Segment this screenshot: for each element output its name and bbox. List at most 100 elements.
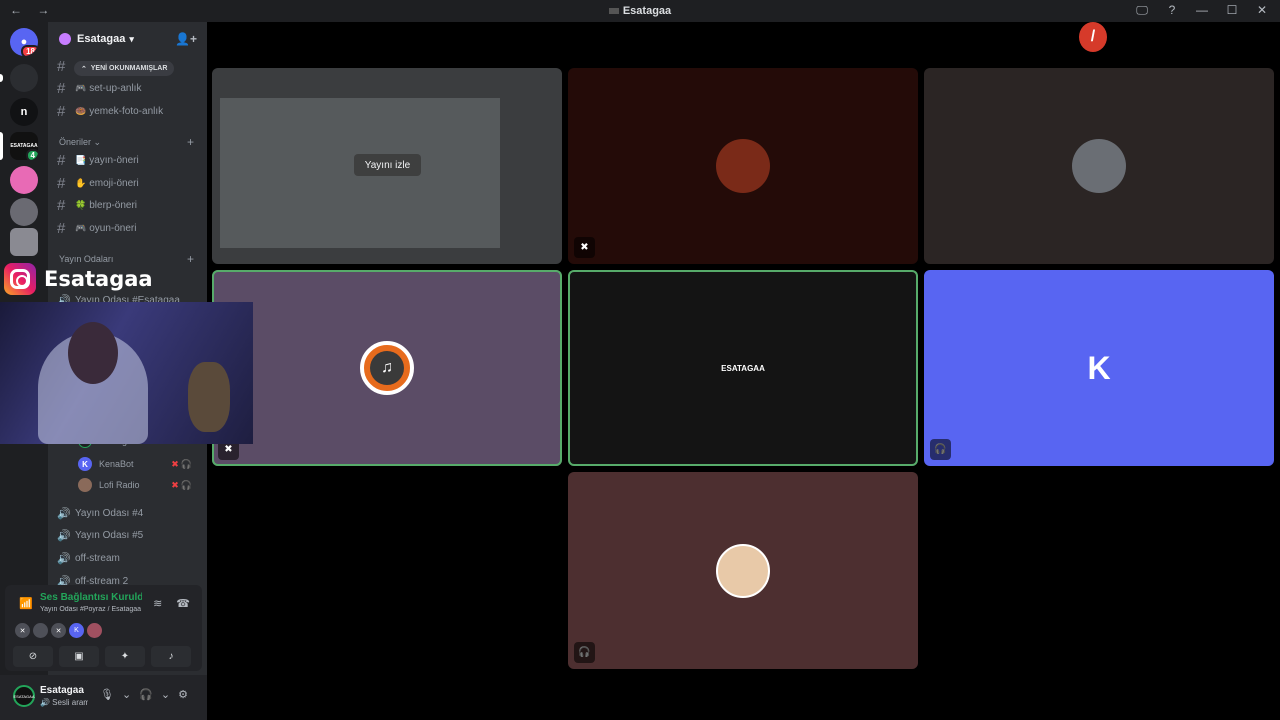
channel-label: Yayın Odası #5 — [75, 529, 144, 541]
close-button[interactable]: ✕ — [1254, 3, 1270, 18]
channel-set-up-anlik[interactable]: # 🎮 set-up-anlık — [57, 78, 199, 98]
title-bar: ← → Esatagaa 🖵 ? — ☐ ✕ — [0, 0, 1280, 22]
voice-channel-path[interactable]: Yayın Odası #Poyraz / Esatagaa — [40, 606, 142, 613]
voice-user-lofi-radio[interactable]: Lofi Radio ✖🎧 — [78, 476, 198, 494]
participant-avatar[interactable]: ✕ — [15, 623, 30, 638]
voice-connection-panel: 📶 Ses Bağlantısı Kuruldu Yayın Odası #Po… — [5, 585, 202, 671]
screen-share-button[interactable]: ▣ — [59, 646, 99, 667]
add-member-icon[interactable]: 👤+ — [175, 32, 197, 46]
add-channel-icon[interactable]: + — [187, 252, 194, 266]
kenabot-logo: K — [1087, 349, 1111, 386]
hash-icon: # — [57, 102, 66, 120]
webcam-overlay — [0, 302, 253, 444]
kenabot-tile[interactable]: K 🎧 — [924, 270, 1274, 466]
stream-logo: / — [1079, 22, 1107, 52]
voice-user-kenabot[interactable]: K KenaBot ✖🎧 — [78, 455, 198, 473]
speaker-icon: 🔊 — [57, 507, 71, 520]
server-name: Esatagaa — [77, 33, 126, 45]
deafened-muted-icons: ✖🎧 — [171, 479, 194, 490]
participant-tile[interactable] — [924, 68, 1274, 264]
hash-icon: # — [57, 219, 66, 237]
participant-avatar[interactable] — [33, 623, 48, 638]
hash-icon: # — [57, 57, 66, 75]
chevron-down-icon[interactable]: ⌄ — [161, 688, 170, 701]
headphones-icon[interactable]: 🎧 — [139, 688, 153, 701]
server-header[interactable]: Esatagaa ▾ 👤+ — [48, 22, 207, 56]
unread-pill — [0, 74, 3, 82]
signal-icon[interactable]: 📶 — [19, 597, 33, 610]
voice-channel-off-stream[interactable]: 🔊 off-stream — [57, 548, 199, 568]
music-note-icon: ♫ — [360, 341, 414, 395]
server-x[interactable] — [10, 228, 38, 256]
lofi-radio-tile[interactable]: ♫ ✖ — [212, 270, 562, 466]
activities-button[interactable]: ✦ — [105, 646, 145, 667]
user-status: 🔊 Sesli arama — [40, 698, 88, 707]
participant-tile[interactable]: ✖ — [568, 68, 918, 264]
microphone-icon[interactable]: 🎙 — [100, 688, 114, 701]
help-icon[interactable]: ? — [1164, 3, 1180, 18]
participant-tile[interactable]: 🎧 — [568, 472, 918, 669]
server-gray[interactable] — [10, 198, 38, 226]
esatagaa-tile[interactable]: ESATAGAA — [568, 270, 918, 466]
instagram-handle: Esatagaa — [44, 267, 153, 291]
new-unreads-pill[interactable]: ⌃ YENİ OKUNMAMIŞLAR — [74, 61, 175, 76]
channel-label: blerp-öneri — [89, 199, 138, 211]
participant-avatar[interactable]: K — [69, 623, 84, 638]
minimize-button[interactable]: — — [1194, 3, 1210, 18]
hash-icon: # — [57, 79, 66, 97]
instagram-overlay: Esatagaa — [4, 262, 153, 296]
muted-icon: ✖ — [574, 237, 595, 258]
settings-gear-icon[interactable]: ⚙ — [178, 688, 188, 701]
category-oneriler[interactable]: Öneriler ⌄ + — [59, 135, 194, 149]
camera-off-button[interactable]: ⊘ — [13, 646, 53, 667]
voice-participants: ✕ ✕ K — [15, 623, 102, 638]
disconnect-icon[interactable]: ☎ — [176, 597, 190, 610]
server-icon — [59, 33, 71, 45]
channel-emoji: 🍩 — [75, 105, 87, 116]
watch-stream-button[interactable]: Yayını izle — [354, 154, 421, 176]
soundboard-button[interactable]: ♪ — [151, 646, 191, 667]
channel-label: set-up-anlık — [89, 82, 142, 94]
deafened-icon: 🎧 — [930, 439, 951, 460]
participant-avatar[interactable] — [87, 623, 102, 638]
channel-yemek-foto-anlik[interactable]: # 🍩 yemek-foto-anlık — [57, 101, 199, 121]
mention-badge: 18 — [21, 45, 38, 56]
participant-avatar[interactable]: ✕ — [51, 623, 66, 638]
channel-label: yemek-foto-anlık — [89, 105, 164, 117]
channel-emoji: 🍀 — [75, 199, 87, 210]
channel-yayin-oneri[interactable]: # 📑 yayın-öneri — [57, 150, 199, 170]
server-anime[interactable] — [10, 166, 38, 194]
voice-status[interactable]: Ses Bağlantısı Kuruldu — [40, 592, 142, 603]
deafened-muted-icons: ✖🎧 — [171, 458, 194, 469]
channel-label: off-stream — [75, 552, 120, 564]
channel-emoji: 🎮 — [75, 222, 87, 233]
stream-preview-tile[interactable]: Yayını izle — [212, 68, 562, 264]
avatar — [716, 139, 770, 193]
window-title-text: Esatagaa — [622, 5, 672, 17]
channel-emoji-oneri[interactable]: # ✋ emoji-öneri — [57, 173, 199, 193]
username[interactable]: Esatagaa — [40, 685, 84, 696]
channel-label: Yayın Odası #4 — [75, 507, 144, 519]
window-title: Esatagaa — [0, 5, 1280, 17]
server-initial: n — [20, 106, 28, 118]
server-n[interactable]: n — [10, 98, 38, 126]
noise-suppression-icon[interactable]: ≋ — [153, 597, 162, 610]
voice-channel-4[interactable]: 🔊 Yayın Odası #4 — [57, 503, 199, 523]
channel-label: emoji-öneri — [89, 177, 139, 189]
avatar: K — [78, 457, 92, 471]
home-button[interactable]: ● 18 — [10, 28, 38, 56]
server-mini-icon — [608, 8, 619, 15]
channel-oyun-oneri[interactable]: # 🎮 oyun-öneri — [57, 218, 199, 238]
avatar[interactable]: ESATAGAA — [13, 685, 35, 707]
avatar — [78, 478, 92, 492]
server-esatagaa[interactable]: ESATAGAA 4 — [10, 132, 38, 160]
voice-channel-5[interactable]: 🔊 Yayın Odası #5 — [57, 525, 199, 545]
inbox-icon[interactable]: 🖵 — [1134, 3, 1150, 18]
add-channel-icon[interactable]: + — [187, 135, 194, 149]
server-folder[interactable] — [10, 64, 38, 92]
chevron-down-icon[interactable]: ⌄ — [122, 688, 131, 701]
maximize-button[interactable]: ☐ — [1224, 3, 1240, 18]
channel-blerp-oneri[interactable]: # 🍀 blerp-öneri — [57, 195, 199, 215]
hash-icon: # — [57, 174, 66, 192]
speaker-icon: 🔊 — [57, 552, 71, 565]
